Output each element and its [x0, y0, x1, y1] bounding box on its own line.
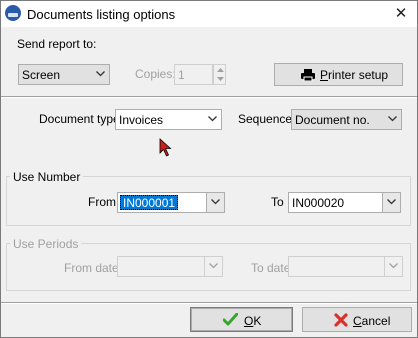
app-icon [5, 5, 21, 21]
printer-setup-button[interactable]: Printer setup [274, 63, 403, 86]
copies-label: Copies: [135, 67, 176, 81]
document-type-label: Document type [39, 112, 120, 126]
from-number-label: From [88, 195, 116, 209]
chevron-down-icon [382, 193, 400, 212]
mouse-cursor-icon [159, 138, 172, 157]
to-number-label: To [271, 195, 284, 209]
destination-select[interactable]: Screen [18, 64, 110, 85]
separator [1, 96, 417, 98]
from-date-label: From date [64, 261, 119, 275]
title-bar: Documents listing options ✕ [1, 1, 417, 27]
copies-value: 1 [178, 68, 185, 82]
checkmark-icon [223, 313, 238, 326]
to-number-value: IN000020 [292, 196, 345, 210]
sequence-select[interactable]: Document no. [291, 109, 402, 130]
to-number-select[interactable]: IN000020 [288, 192, 401, 213]
ok-label: OK [244, 314, 262, 328]
document-type-select[interactable]: Invoices [115, 109, 222, 130]
chevron-down-icon [384, 257, 402, 276]
use-periods-title: Use Periods [10, 237, 82, 251]
cancel-button[interactable]: Cancel [302, 307, 412, 332]
sequence-value: Document no. [295, 113, 370, 127]
cancel-label: Cancel [353, 314, 391, 328]
chevron-down-icon [92, 65, 109, 84]
send-report-label: Send report to: [17, 37, 97, 51]
printer-icon [301, 69, 315, 81]
ok-button[interactable]: OK [190, 307, 293, 332]
copies-spinner[interactable] [213, 64, 226, 85]
separator [1, 302, 417, 304]
document-type-value: Invoices [119, 113, 164, 127]
chevron-down-icon [384, 110, 401, 129]
spin-up-icon [217, 68, 224, 72]
red-x-icon [334, 313, 348, 327]
from-number-value: IN000001 [120, 195, 179, 210]
destination-value: Screen [22, 68, 61, 82]
chevron-down-icon [204, 110, 221, 129]
from-date-select[interactable] [117, 256, 223, 277]
close-button[interactable]: ✕ [387, 3, 415, 25]
to-date-select[interactable] [288, 256, 403, 277]
to-date-label: To date [251, 261, 291, 275]
chevron-down-icon [206, 193, 224, 212]
from-number-select[interactable]: IN000001 [117, 192, 225, 213]
sequence-label: Sequence [238, 112, 293, 126]
spin-down-icon [217, 77, 224, 81]
chevron-down-icon [204, 257, 222, 276]
copies-input[interactable]: 1 [174, 64, 213, 85]
printer-setup-label: Printer setup [320, 68, 389, 82]
close-icon: ✕ [394, 5, 408, 22]
use-number-title: Use Number [10, 170, 84, 184]
window-title: Documents listing options [27, 7, 176, 22]
